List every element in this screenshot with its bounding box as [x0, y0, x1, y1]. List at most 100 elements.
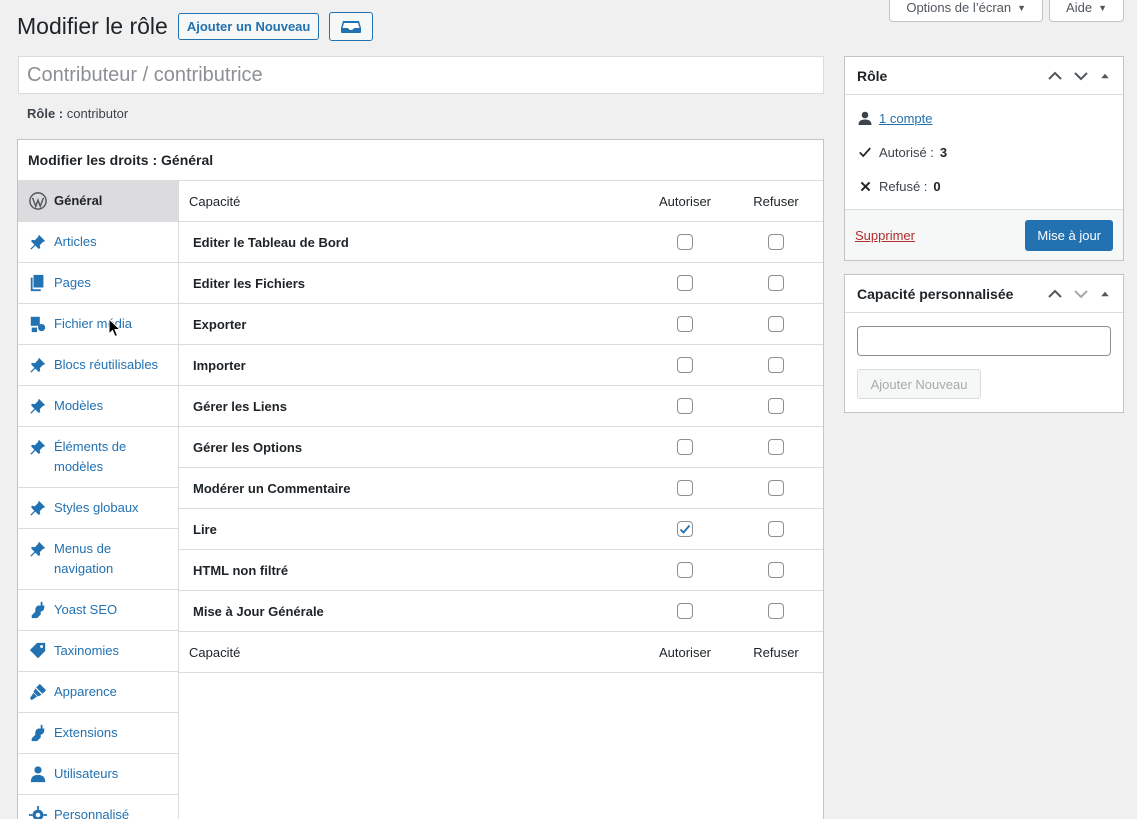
inbox-button[interactable]: [329, 12, 374, 41]
grant-checkbox[interactable]: [677, 398, 693, 414]
cross-icon: [857, 178, 873, 194]
tab-label: Menus de navigation: [54, 541, 114, 576]
tab-label: Taxinomies: [54, 643, 120, 658]
table-row: Editer le Tableau de Bord: [179, 222, 823, 263]
tab-elements-de-modeles[interactable]: Éléments de modèles: [18, 427, 178, 488]
role-slug: Rôle : contributor: [27, 106, 128, 121]
capability-label: Mise à Jour Générale: [193, 603, 324, 619]
grant-checkbox[interactable]: [677, 275, 693, 291]
screen-options-button[interactable]: Options de l’écran ▼: [889, 0, 1044, 22]
grant-checkbox[interactable]: [677, 316, 693, 332]
capability-label: HTML non filtré: [193, 562, 289, 578]
tag-icon: [28, 641, 48, 661]
caret-down-icon: ▼: [1017, 2, 1027, 13]
table-row: Gérer les Options: [179, 427, 823, 468]
help-button[interactable]: Aide ▼: [1049, 0, 1124, 22]
tab-yoast-seo[interactable]: Yoast SEO: [18, 590, 178, 631]
chevron-down-icon[interactable]: [1073, 68, 1089, 84]
deny-checkbox[interactable]: [768, 480, 784, 496]
deny-checkbox[interactable]: [768, 275, 784, 291]
user-icon: [857, 110, 873, 126]
tab-label: Apparence: [54, 684, 117, 699]
column-capability: Capacité: [189, 644, 241, 660]
tab-extensions[interactable]: Extensions: [18, 713, 178, 754]
add-new-button[interactable]: Ajouter un Nouveau: [177, 13, 320, 40]
grant-checkbox[interactable]: [677, 439, 693, 455]
deny-checkbox[interactable]: [768, 603, 784, 619]
deny-checkbox[interactable]: [768, 521, 784, 537]
pin-icon: [28, 396, 48, 416]
pin-icon: [28, 498, 48, 518]
tab-taxinomies[interactable]: Taxinomies: [18, 631, 178, 672]
update-role-button[interactable]: Mise à jour: [1025, 219, 1113, 251]
deny-checkbox[interactable]: [768, 234, 784, 250]
tab-modeles[interactable]: Modèles: [18, 386, 178, 427]
table-header: Capacité Autoriser Refuser: [179, 181, 823, 222]
custom-capability-title: Capacité personnalisée: [857, 285, 1014, 302]
capability-label: Editer le Tableau de Bord: [193, 234, 349, 250]
pin-icon: [28, 232, 48, 252]
tab-blocs-reutilisables[interactable]: Blocs réutilisables: [18, 345, 178, 386]
deny-checkbox[interactable]: [768, 439, 784, 455]
granted-stat: Autorisé : 3: [857, 135, 1111, 169]
tab-label: Général: [54, 193, 103, 208]
grant-checkbox[interactable]: [677, 603, 693, 619]
chevron-up-icon[interactable]: [1047, 286, 1063, 302]
role-box-header: Rôle: [845, 57, 1123, 95]
column-grant: Autoriser: [658, 193, 712, 209]
deny-checkbox[interactable]: [768, 562, 784, 578]
grant-checkbox[interactable]: [677, 480, 693, 496]
delete-role-link[interactable]: Supprimer: [855, 228, 915, 243]
tab-styles-globaux[interactable]: Styles globaux: [18, 488, 178, 529]
collapse-toggle-icon[interactable]: [1099, 288, 1111, 300]
role-slug-label: Rôle :: [27, 106, 64, 121]
add-capability-button[interactable]: Ajouter Nouveau: [857, 369, 981, 399]
capability-label: Exporter: [193, 316, 247, 332]
users-count-stat: 1 compte: [857, 101, 1111, 135]
page-header: Modifier le rôle Ajouter un Nouveau: [17, 12, 374, 41]
grant-checkbox[interactable]: [677, 234, 693, 250]
column-grant: Autoriser: [658, 644, 712, 660]
inbox-icon: [341, 20, 362, 33]
denied-count: 0: [933, 178, 941, 194]
denied-stat: Refusé : 0: [857, 169, 1111, 203]
pin-icon: [28, 539, 48, 559]
tab-label: Articles: [54, 234, 97, 249]
deny-checkbox[interactable]: [768, 357, 784, 373]
capability-label: Importer: [193, 357, 246, 373]
media-icon: [28, 314, 48, 334]
capability-label: Editer les Fichiers: [193, 275, 305, 291]
tab-articles[interactable]: Articles: [18, 222, 178, 263]
deny-checkbox[interactable]: [768, 398, 784, 414]
tab-label: Extensions: [54, 725, 118, 740]
capability-label: Gérer les Liens: [193, 398, 287, 414]
deny-checkbox[interactable]: [768, 316, 784, 332]
capabilities-table: Capacité Autoriser Refuser Editer le Tab…: [179, 181, 823, 819]
table-footer: Capacité Autoriser Refuser: [179, 632, 823, 673]
tab-menus-de-navigation[interactable]: Menus de navigation: [18, 529, 178, 590]
users-count-link[interactable]: 1 compte: [879, 111, 932, 126]
tab-utilisateurs[interactable]: Utilisateurs: [18, 754, 178, 795]
grant-checkbox[interactable]: [677, 562, 693, 578]
tab-label: Éléments de modèles: [54, 439, 127, 474]
tab-personnalise[interactable]: Personnalisé: [18, 795, 178, 819]
screen-options-label: Options de l’écran: [906, 0, 1012, 15]
tab-general[interactable]: Général: [18, 181, 178, 222]
table-row: Lire: [179, 509, 823, 550]
capability-tabs: Général Articles Pages Fichier média Blocs r…: [18, 181, 179, 819]
grant-checkbox[interactable]: [677, 521, 693, 537]
granted-label: Autorisé :: [879, 144, 934, 160]
tab-pages[interactable]: Pages: [18, 263, 178, 304]
custom-capability-input[interactable]: [857, 326, 1111, 356]
tab-fichier-media[interactable]: Fichier média: [18, 304, 178, 345]
chevron-up-icon[interactable]: [1047, 68, 1063, 84]
tab-apparence[interactable]: Apparence: [18, 672, 178, 713]
collapse-toggle-icon[interactable]: [1099, 70, 1111, 82]
chevron-down-icon[interactable]: [1073, 286, 1089, 302]
help-label: Aide: [1066, 0, 1093, 15]
checkmark-icon: [857, 144, 873, 160]
grant-checkbox[interactable]: [677, 357, 693, 373]
role-name-input[interactable]: Contributeur / contributrice: [18, 56, 824, 94]
table-row: Mise à Jour Générale: [179, 591, 823, 632]
plugin-icon: [28, 723, 48, 743]
